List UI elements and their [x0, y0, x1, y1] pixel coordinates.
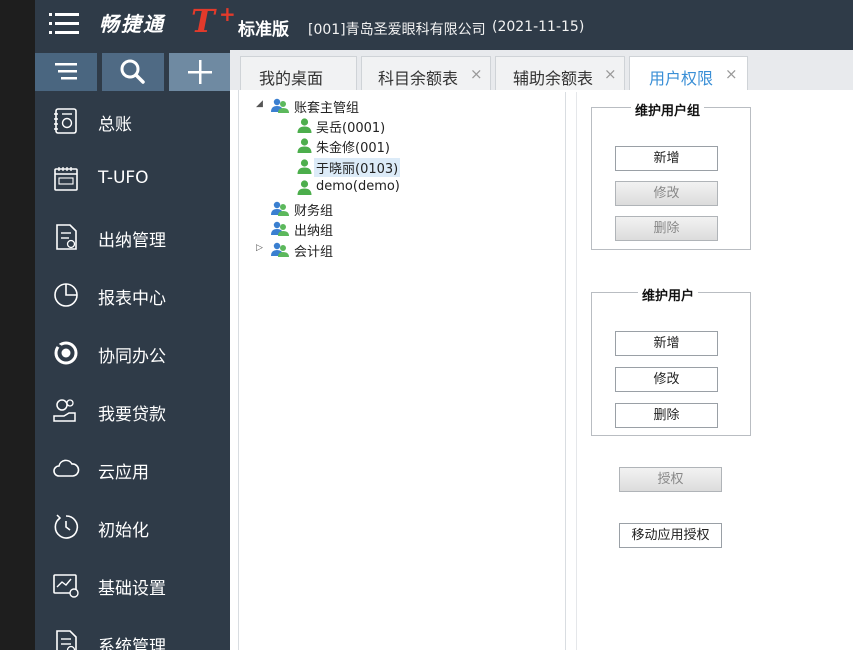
sidebar-item-label: 基础设置 [98, 579, 166, 599]
sidebar-toolbar [35, 50, 231, 92]
sidebar-item-label: 报表中心 [98, 289, 166, 309]
brand-edition: 标准版 [238, 20, 289, 40]
expand-arrow-icon[interactable]: ▷ [256, 243, 263, 253]
sidebar-item-t-ufo[interactable]: T-UFO [35, 150, 230, 208]
plus-icon [188, 60, 212, 84]
brand-name: 畅捷通 [99, 12, 165, 36]
sidebar-item-initialization[interactable]: 初始化 [35, 498, 230, 556]
system-document-icon [56, 630, 77, 650]
user-group-icon [271, 201, 289, 216]
sidebar-item-label: T-UFO [98, 168, 149, 188]
tab-label: 科目余额表 [378, 69, 459, 88]
user-panel-title: 维护用户 [638, 285, 699, 304]
tree-group-label: 出纳组 [294, 224, 334, 239]
delete-user-group-button[interactable]: 删除 [615, 216, 718, 241]
cloud-icon [53, 459, 80, 477]
tree-user-label: demo(demo) [316, 179, 400, 194]
user-group-panel-title: 维护用户组 [631, 100, 705, 119]
close-icon[interactable]: × [604, 65, 617, 83]
brand-t-logo: T [191, 2, 215, 40]
authorize-button[interactable]: 授权 [619, 467, 722, 492]
user-icon [297, 159, 312, 174]
sidebar-item-label: 系统管理 [98, 637, 166, 650]
tree-group-label: 账套主管组 [294, 101, 360, 116]
mobile-app-authorize-button[interactable]: 移动应用授权 [619, 523, 722, 548]
add-button[interactable] [169, 53, 231, 91]
company-name: [001]青岛圣爱眼科有限公司 [308, 22, 486, 38]
settings-chart-icon [53, 574, 79, 598]
user-group-panel: 维护用户组 新增 修改 删除 [591, 100, 751, 250]
sidebar-item-loan[interactable]: 我要贷款 [35, 382, 230, 440]
user-group-icon [271, 242, 289, 257]
tree-group-label: 财务组 [294, 204, 334, 219]
sidebar-item-collaboration[interactable]: 协同办公 [35, 324, 230, 382]
sidebar-item-system-management[interactable]: 系统管理 [35, 614, 230, 650]
tree-user-label: 吴岳(0001) [316, 121, 386, 136]
sidebar-item-label: 出纳管理 [98, 231, 166, 251]
login-date: (2021-11-15) [492, 19, 585, 35]
add-user-group-button[interactable]: 新增 [615, 146, 718, 171]
sidebar-item-general-ledger[interactable]: 总账 [35, 92, 230, 150]
sidebar: 总账 T-UFO 出纳管理 报表中心 协同办公 我要贷款 云应用 初始化 基础设… [35, 50, 231, 650]
list-toggle-button[interactable] [35, 53, 97, 91]
hamburger-menu-icon[interactable] [47, 10, 81, 38]
close-icon[interactable]: × [725, 65, 738, 83]
sidebar-item-report-center[interactable]: 报表中心 [35, 266, 230, 324]
tab-auxiliary-balance[interactable]: 辅助余额表 × [495, 56, 625, 90]
sidebar-item-cloud-app[interactable]: 云应用 [35, 440, 230, 498]
sidebar-item-label: 总账 [98, 115, 132, 135]
tufo-icon [54, 167, 78, 191]
divider [576, 92, 577, 650]
add-user-button[interactable]: 新增 [615, 331, 718, 356]
tab-user-permissions[interactable]: 用户权限 × [629, 56, 748, 90]
tab-bar: 我的桌面 科目余额表 × 辅助余额表 × 用户权限 × [230, 50, 853, 90]
tab-account-balance[interactable]: 科目余额表 × [361, 56, 491, 90]
sidebar-item-label: 云应用 [98, 463, 149, 483]
user-icon [297, 118, 312, 133]
delete-user-button[interactable]: 删除 [615, 403, 718, 428]
list-icon [55, 63, 77, 80]
app-header: 畅捷通 T + 标准版 [001]青岛圣爱眼科有限公司 (2021-11-15) [35, 0, 853, 50]
splitter[interactable] [565, 92, 566, 650]
sidebar-item-basic-settings[interactable]: 基础设置 [35, 556, 230, 614]
sidebar-item-label: 我要贷款 [98, 405, 166, 425]
edit-user-group-button[interactable]: 修改 [615, 181, 718, 206]
tab-label: 用户权限 [649, 69, 714, 88]
sidebar-item-cashier[interactable]: 出纳管理 [35, 208, 230, 266]
pie-chart-icon [54, 283, 78, 307]
tab-my-desktop[interactable]: 我的桌面 [240, 56, 357, 90]
brand-plus-logo: + [219, 2, 236, 26]
main-content: 我的桌面 科目余额表 × 辅助余额表 × 用户权限 × ◢ 账套主管组 吴岳(0… [230, 50, 853, 650]
user-group-icon [271, 221, 289, 236]
loan-icon [53, 399, 76, 422]
user-panel: 维护用户 新增 修改 删除 [591, 285, 751, 436]
tab-label: 辅助余额表 [513, 69, 594, 88]
user-icon [297, 138, 312, 153]
tree-group-label: 会计组 [294, 245, 334, 260]
ledger-icon [54, 108, 77, 134]
sidebar-item-label: 初始化 [98, 521, 149, 541]
clock-refresh-icon [54, 514, 79, 539]
user-group-icon [271, 98, 289, 113]
search-button[interactable] [102, 53, 164, 91]
cashier-document-icon [56, 224, 77, 250]
search-icon [120, 59, 145, 84]
close-icon[interactable]: × [470, 65, 483, 83]
sidebar-item-label: 协同办公 [98, 347, 166, 367]
tab-label: 我的桌面 [259, 69, 324, 88]
tree-user-label: 于晓丽(0103) [314, 158, 401, 177]
collapse-arrow-icon[interactable]: ◢ [256, 99, 263, 109]
edit-user-button[interactable]: 修改 [615, 367, 718, 392]
collaboration-icon [54, 341, 78, 365]
user-icon [297, 180, 312, 195]
tree-user-label: 朱金修(001) [316, 141, 390, 156]
